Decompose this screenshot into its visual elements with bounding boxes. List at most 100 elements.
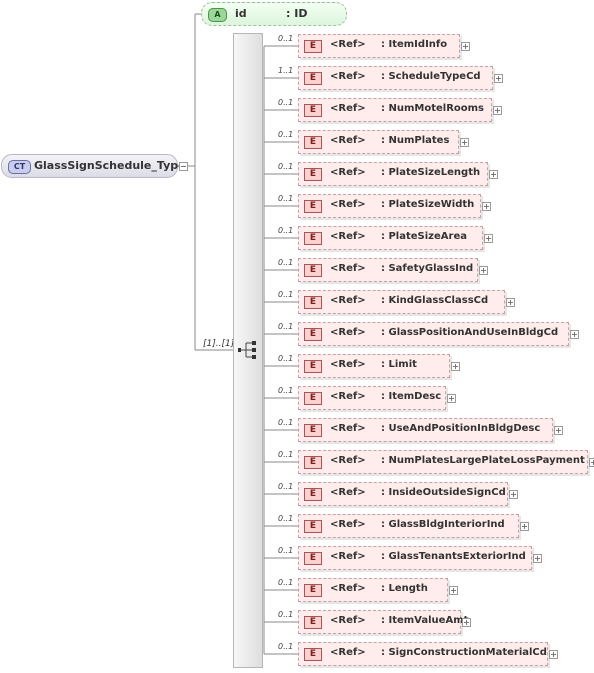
- element-cardinality: 0..1: [278, 610, 294, 619]
- element-box[interactable]: E <Ref>: KindGlassClassCd: [298, 290, 505, 314]
- element-name: : NumPlates: [381, 135, 450, 146]
- expand-icon[interactable]: [570, 330, 579, 339]
- element-badge: E: [304, 168, 322, 181]
- element-ref: <Ref>: [330, 615, 366, 626]
- complex-type-name: GlassSignSchedule_Type: [34, 159, 186, 172]
- expand-icon[interactable]: [484, 234, 493, 243]
- element-badge: E: [304, 72, 322, 85]
- element-cardinality: 0..1: [278, 98, 294, 107]
- element-box[interactable]: E <Ref> : ScheduleTypeCd: [298, 66, 493, 90]
- sequence-icon[interactable]: [238, 341, 260, 359]
- expand-icon[interactable]: [460, 138, 469, 147]
- expand-icon[interactable]: [482, 202, 491, 211]
- element-badge: E: [304, 616, 322, 629]
- expand-icon[interactable]: [509, 490, 518, 499]
- element-box[interactable]: E <Ref>: SignConstructionMaterialCd: [298, 642, 548, 666]
- element-ref: <Ref>: [330, 487, 366, 498]
- complex-type-badge: CT: [8, 160, 31, 174]
- element-box[interactable]: E <Ref> : PlateSizeLength: [298, 162, 488, 186]
- element-cardinality: 0..1: [278, 162, 294, 171]
- element-ref: <Ref>: [330, 135, 366, 146]
- expand-icon[interactable]: [549, 650, 558, 659]
- element-box[interactable]: E <Ref> : ItemValueAmt: [298, 610, 468, 634]
- element-badge: E: [304, 40, 322, 53]
- expand-icon[interactable]: [494, 74, 503, 83]
- element-box[interactable]: E <Ref>: PlateSizeWidth: [298, 194, 481, 218]
- attribute-badge: A: [208, 8, 227, 22]
- element-box[interactable]: E <Ref>: NumPlates: [298, 130, 459, 154]
- element-badge: E: [304, 232, 322, 245]
- attribute-type: : ID: [286, 7, 308, 20]
- element-name: : KindGlassClassCd: [381, 295, 489, 306]
- element-name: : ItemIdInfo: [381, 39, 448, 50]
- element-cardinality: 0..1: [278, 354, 294, 363]
- expand-icon[interactable]: [479, 266, 488, 275]
- element-ref: <Ref>: [330, 167, 366, 178]
- expand-icon[interactable]: [506, 298, 515, 307]
- element-cardinality: 0..1: [278, 386, 294, 395]
- element-ref: <Ref>: [330, 391, 366, 402]
- element-ref: <Ref>: [330, 583, 366, 594]
- element-name: : PlateSizeLength: [381, 167, 481, 178]
- element-cardinality: 0..1: [278, 130, 294, 139]
- element-badge: E: [304, 488, 322, 501]
- element-badge: E: [304, 552, 322, 565]
- element-box[interactable]: E <Ref>: GlassBldgInteriorInd: [298, 514, 519, 538]
- expand-icon[interactable]: [589, 458, 594, 467]
- expand-icon[interactable]: [462, 618, 471, 627]
- element-box[interactable]: E <Ref>: ItemIdInfo: [298, 34, 460, 58]
- element-name: : Length: [381, 583, 428, 594]
- expand-icon[interactable]: [449, 586, 458, 595]
- element-cardinality: 0..1: [278, 226, 294, 235]
- element-ref: <Ref>: [330, 71, 366, 82]
- element-cardinality: 0..1: [278, 482, 294, 491]
- element-ref: <Ref>: [330, 359, 366, 370]
- schema-diagram: CT GlassSignSchedule_Type A id : ID [1].…: [0, 0, 594, 673]
- expand-icon[interactable]: [451, 362, 460, 371]
- element-box[interactable]: E <Ref>: GlassPositionAndUseInBldgCd: [298, 322, 569, 346]
- element-cardinality: 0..1: [278, 258, 294, 267]
- element-name: : GlassPositionAndUseInBldgCd: [381, 327, 559, 338]
- element-name: : PlateSizeWidth: [381, 199, 475, 210]
- element-badge: E: [304, 360, 322, 373]
- element-box[interactable]: E <Ref>: ItemDesc: [298, 386, 446, 410]
- expand-icon[interactable]: [489, 170, 498, 179]
- expand-icon[interactable]: [493, 106, 502, 115]
- element-badge: E: [304, 200, 322, 213]
- collapse-icon[interactable]: [179, 162, 188, 171]
- element-ref: <Ref>: [330, 295, 366, 306]
- element-box[interactable]: E <Ref>: NumMotelRooms: [298, 98, 492, 122]
- element-cardinality: 0..1: [278, 418, 294, 427]
- element-cardinality: 0..1: [278, 34, 294, 43]
- element-box[interactable]: E <Ref>: UseAndPositionInBldgDesc: [298, 418, 553, 442]
- element-box[interactable]: E <Ref>: SafetyGlassInd: [298, 258, 478, 282]
- expand-icon[interactable]: [520, 522, 529, 531]
- expand-icon[interactable]: [533, 554, 542, 563]
- element-badge: E: [304, 648, 322, 661]
- element-name: : GlassTenantsExteriorInd: [381, 551, 526, 562]
- expand-icon[interactable]: [554, 426, 563, 435]
- element-name: : NumMotelRooms: [381, 103, 485, 114]
- expand-icon[interactable]: [447, 394, 456, 403]
- element-ref: <Ref>: [330, 263, 366, 274]
- element-box[interactable]: E <Ref>: InsideOutsideSignCd: [298, 482, 508, 506]
- element-box[interactable]: E <Ref>: NumPlatesLargePlateLossPayment: [298, 450, 588, 474]
- element-badge: E: [304, 584, 322, 597]
- element-box[interactable]: E <Ref> : Length: [298, 578, 448, 602]
- element-name: : PlateSizeArea: [381, 231, 467, 242]
- element-name: : ScheduleTypeCd: [381, 71, 481, 82]
- element-name: : NumPlatesLargePlateLossPayment: [381, 455, 585, 466]
- element-cardinality: 0..1: [278, 194, 294, 203]
- element-badge: E: [304, 328, 322, 341]
- element-name: : ItemValueAmt: [381, 615, 469, 626]
- element-name: : ItemDesc: [381, 391, 442, 402]
- element-box[interactable]: E <Ref>: GlassTenantsExteriorInd: [298, 546, 532, 570]
- element-name: : SignConstructionMaterialCd: [381, 647, 547, 658]
- attribute-box[interactable]: A id : ID: [201, 2, 347, 26]
- expand-icon[interactable]: [461, 42, 470, 51]
- element-box[interactable]: E <Ref>: Limit: [298, 354, 450, 378]
- element-cardinality: 0..1: [278, 450, 294, 459]
- element-box[interactable]: E <Ref> : PlateSizeArea: [298, 226, 483, 250]
- element-ref: <Ref>: [330, 231, 366, 242]
- complex-type-box[interactable]: CT GlassSignSchedule_Type: [1, 154, 186, 178]
